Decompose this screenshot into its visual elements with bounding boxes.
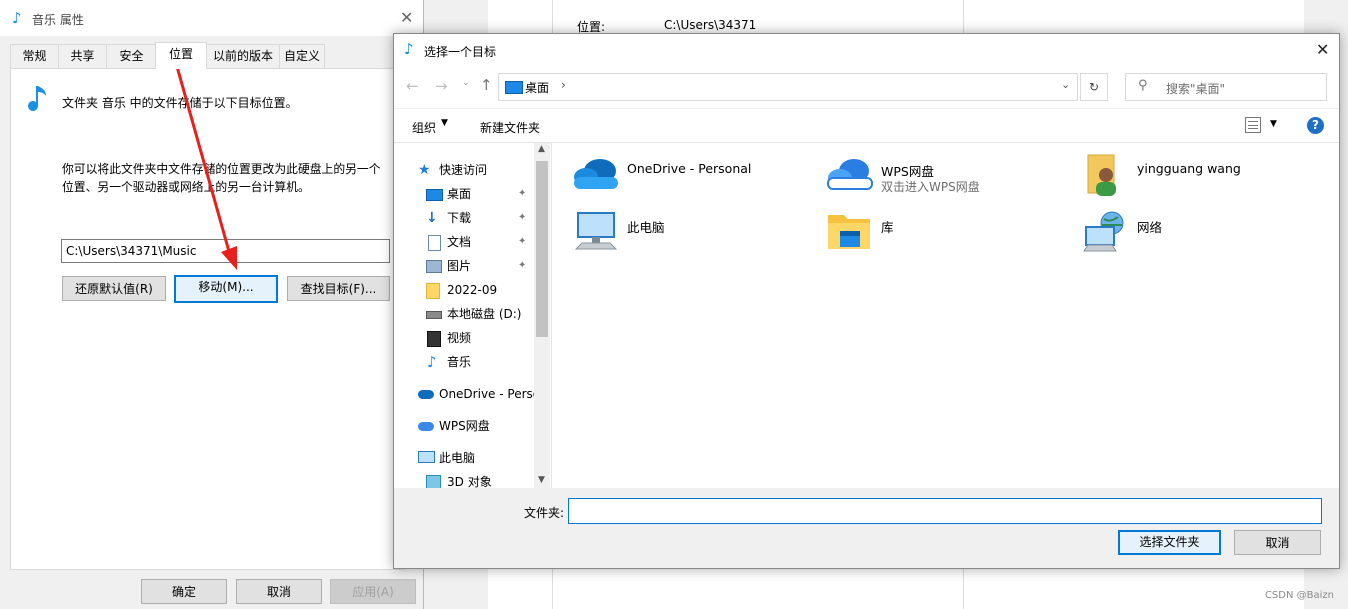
drive-icon <box>426 311 442 319</box>
refresh-icon: ↻ <box>1088 80 1100 94</box>
scroll-down-icon[interactable]: ▼ <box>538 475 545 485</box>
red-arrow-annotation <box>174 62 237 270</box>
picker-titlebar: ♪ 选择一个目标 ✕ <box>394 34 1339 66</box>
wps-cloud-icon <box>827 159 873 190</box>
picker-cancel-button[interactable]: 取消 <box>1234 530 1321 555</box>
help-icon[interactable]: ? <box>1307 117 1324 134</box>
nav-label: 桌面 <box>447 187 472 201</box>
new-folder-button[interactable]: 新建文件夹 <box>480 119 540 136</box>
address-row: ← → ⌄ ↑ 桌面 › ⌄ ↻ ⚲ 搜索"桌面" <box>394 66 1339 108</box>
watermark: CSDN @Baizn <box>1264 590 1334 601</box>
nav-label: 下载 <box>447 211 472 225</box>
nav-label: 文档 <box>447 235 472 249</box>
pin-icon: ✦ <box>518 212 527 223</box>
picture-icon <box>426 260 442 273</box>
pin-icon: ✦ <box>518 188 527 199</box>
tile-wps-cloud[interactable]: WPS网盘 双击进入WPS网盘 <box>824 153 1064 201</box>
tile-label: 此电脑 <box>627 220 665 235</box>
nav-label: 图片 <box>447 259 472 273</box>
tab-location[interactable]: 位置 <box>155 42 207 69</box>
tile-sublabel: 双击进入WPS网盘 <box>881 180 980 194</box>
tile-library[interactable]: 库 <box>824 209 1064 257</box>
nav-label: 此电脑 <box>439 451 476 465</box>
onedrive-icon <box>574 159 618 189</box>
content-pane: OneDrive - Personal WPS网盘 双击进入WPS网盘 ying… <box>551 142 1339 489</box>
select-target-dialog: ♪ 选择一个目标 ✕ ← → ⌄ ↑ 桌面 › ⌄ ↻ ⚲ 搜索"桌面" 组织 … <box>393 33 1340 569</box>
tile-onedrive[interactable]: OneDrive - Personal <box>570 153 810 201</box>
nav-scrollbar[interactable]: ▲ ▼ <box>534 143 550 489</box>
scroll-thumb[interactable] <box>536 161 548 337</box>
video-icon <box>427 331 441 347</box>
pin-icon: ✦ <box>518 236 527 247</box>
location-value: C:\Users\34371 <box>664 18 757 32</box>
picker-title: 选择一个目标 <box>424 45 497 59</box>
network-icon <box>1083 211 1124 252</box>
breadcrumb-chevron-icon[interactable]: › <box>561 78 566 92</box>
nav-label: 音乐 <box>447 355 472 369</box>
view-options-icon[interactable] <box>1245 117 1261 133</box>
organize-dropdown-icon[interactable]: ▼ <box>441 118 448 128</box>
picker-footer: 文件夹: 选择文件夹 取消 <box>394 488 1339 568</box>
folder-name-input[interactable] <box>568 498 1322 524</box>
tile-this-pc[interactable]: 此电脑 <box>570 209 810 257</box>
nav-label: 2022-09 <box>447 283 498 297</box>
tile-label: 网络 <box>1137 220 1163 235</box>
address-dropdown-icon[interactable]: ⌄ <box>1061 78 1070 91</box>
breadcrumb-desktop[interactable]: 桌面 <box>525 79 549 96</box>
document-icon <box>428 235 441 251</box>
tile-label: yingguang wang <box>1137 161 1241 176</box>
search-input[interactable]: ⚲ 搜索"桌面" <box>1125 73 1327 101</box>
forward-arrow-icon[interactable]: → <box>435 77 448 95</box>
pin-icon: ✦ <box>518 260 527 271</box>
recent-dropdown-icon[interactable]: ⌄ <box>462 78 470 88</box>
tile-network[interactable]: 网络 <box>1080 209 1320 257</box>
address-bar[interactable]: 桌面 › ⌄ <box>498 73 1078 101</box>
select-folder-button[interactable]: 选择文件夹 <box>1118 530 1221 555</box>
scroll-up-icon[interactable]: ▲ <box>538 144 545 154</box>
nav-label: 本地磁盘 (D:) <box>447 307 522 321</box>
user-folder-icon <box>1087 154 1116 196</box>
nav-label: 视频 <box>447 331 472 345</box>
picker-close-button[interactable]: ✕ <box>1316 40 1329 59</box>
folder-icon <box>426 283 440 299</box>
view-dropdown-icon[interactable]: ▼ <box>1270 119 1277 129</box>
nav-label: 快速访问 <box>439 163 488 177</box>
tile-label: OneDrive - Personal <box>627 161 752 176</box>
music-icon: ♪ <box>427 353 437 371</box>
up-arrow-icon[interactable]: ↑ <box>480 76 493 94</box>
tile-label: 库 <box>881 220 894 235</box>
desktop-icon <box>505 81 523 94</box>
search-placeholder: 搜索"桌面" <box>1166 82 1226 96</box>
nav-label: OneDrive - Personal <box>439 387 534 401</box>
search-icon: ⚲ <box>1138 78 1148 93</box>
nav-label: WPS网盘 <box>439 419 490 433</box>
desktop-icon <box>426 189 443 201</box>
tile-user-folder[interactable]: yingguang wang <box>1080 153 1320 201</box>
refresh-button[interactable]: ↻ <box>1080 73 1108 101</box>
library-icon <box>828 215 870 249</box>
folder-label: 文件夹: <box>524 506 565 520</box>
download-icon: ↓ <box>426 210 438 226</box>
computer-icon <box>574 212 618 250</box>
command-bar: 组织 ▼ 新建文件夹 ▼ ? <box>394 108 1339 143</box>
